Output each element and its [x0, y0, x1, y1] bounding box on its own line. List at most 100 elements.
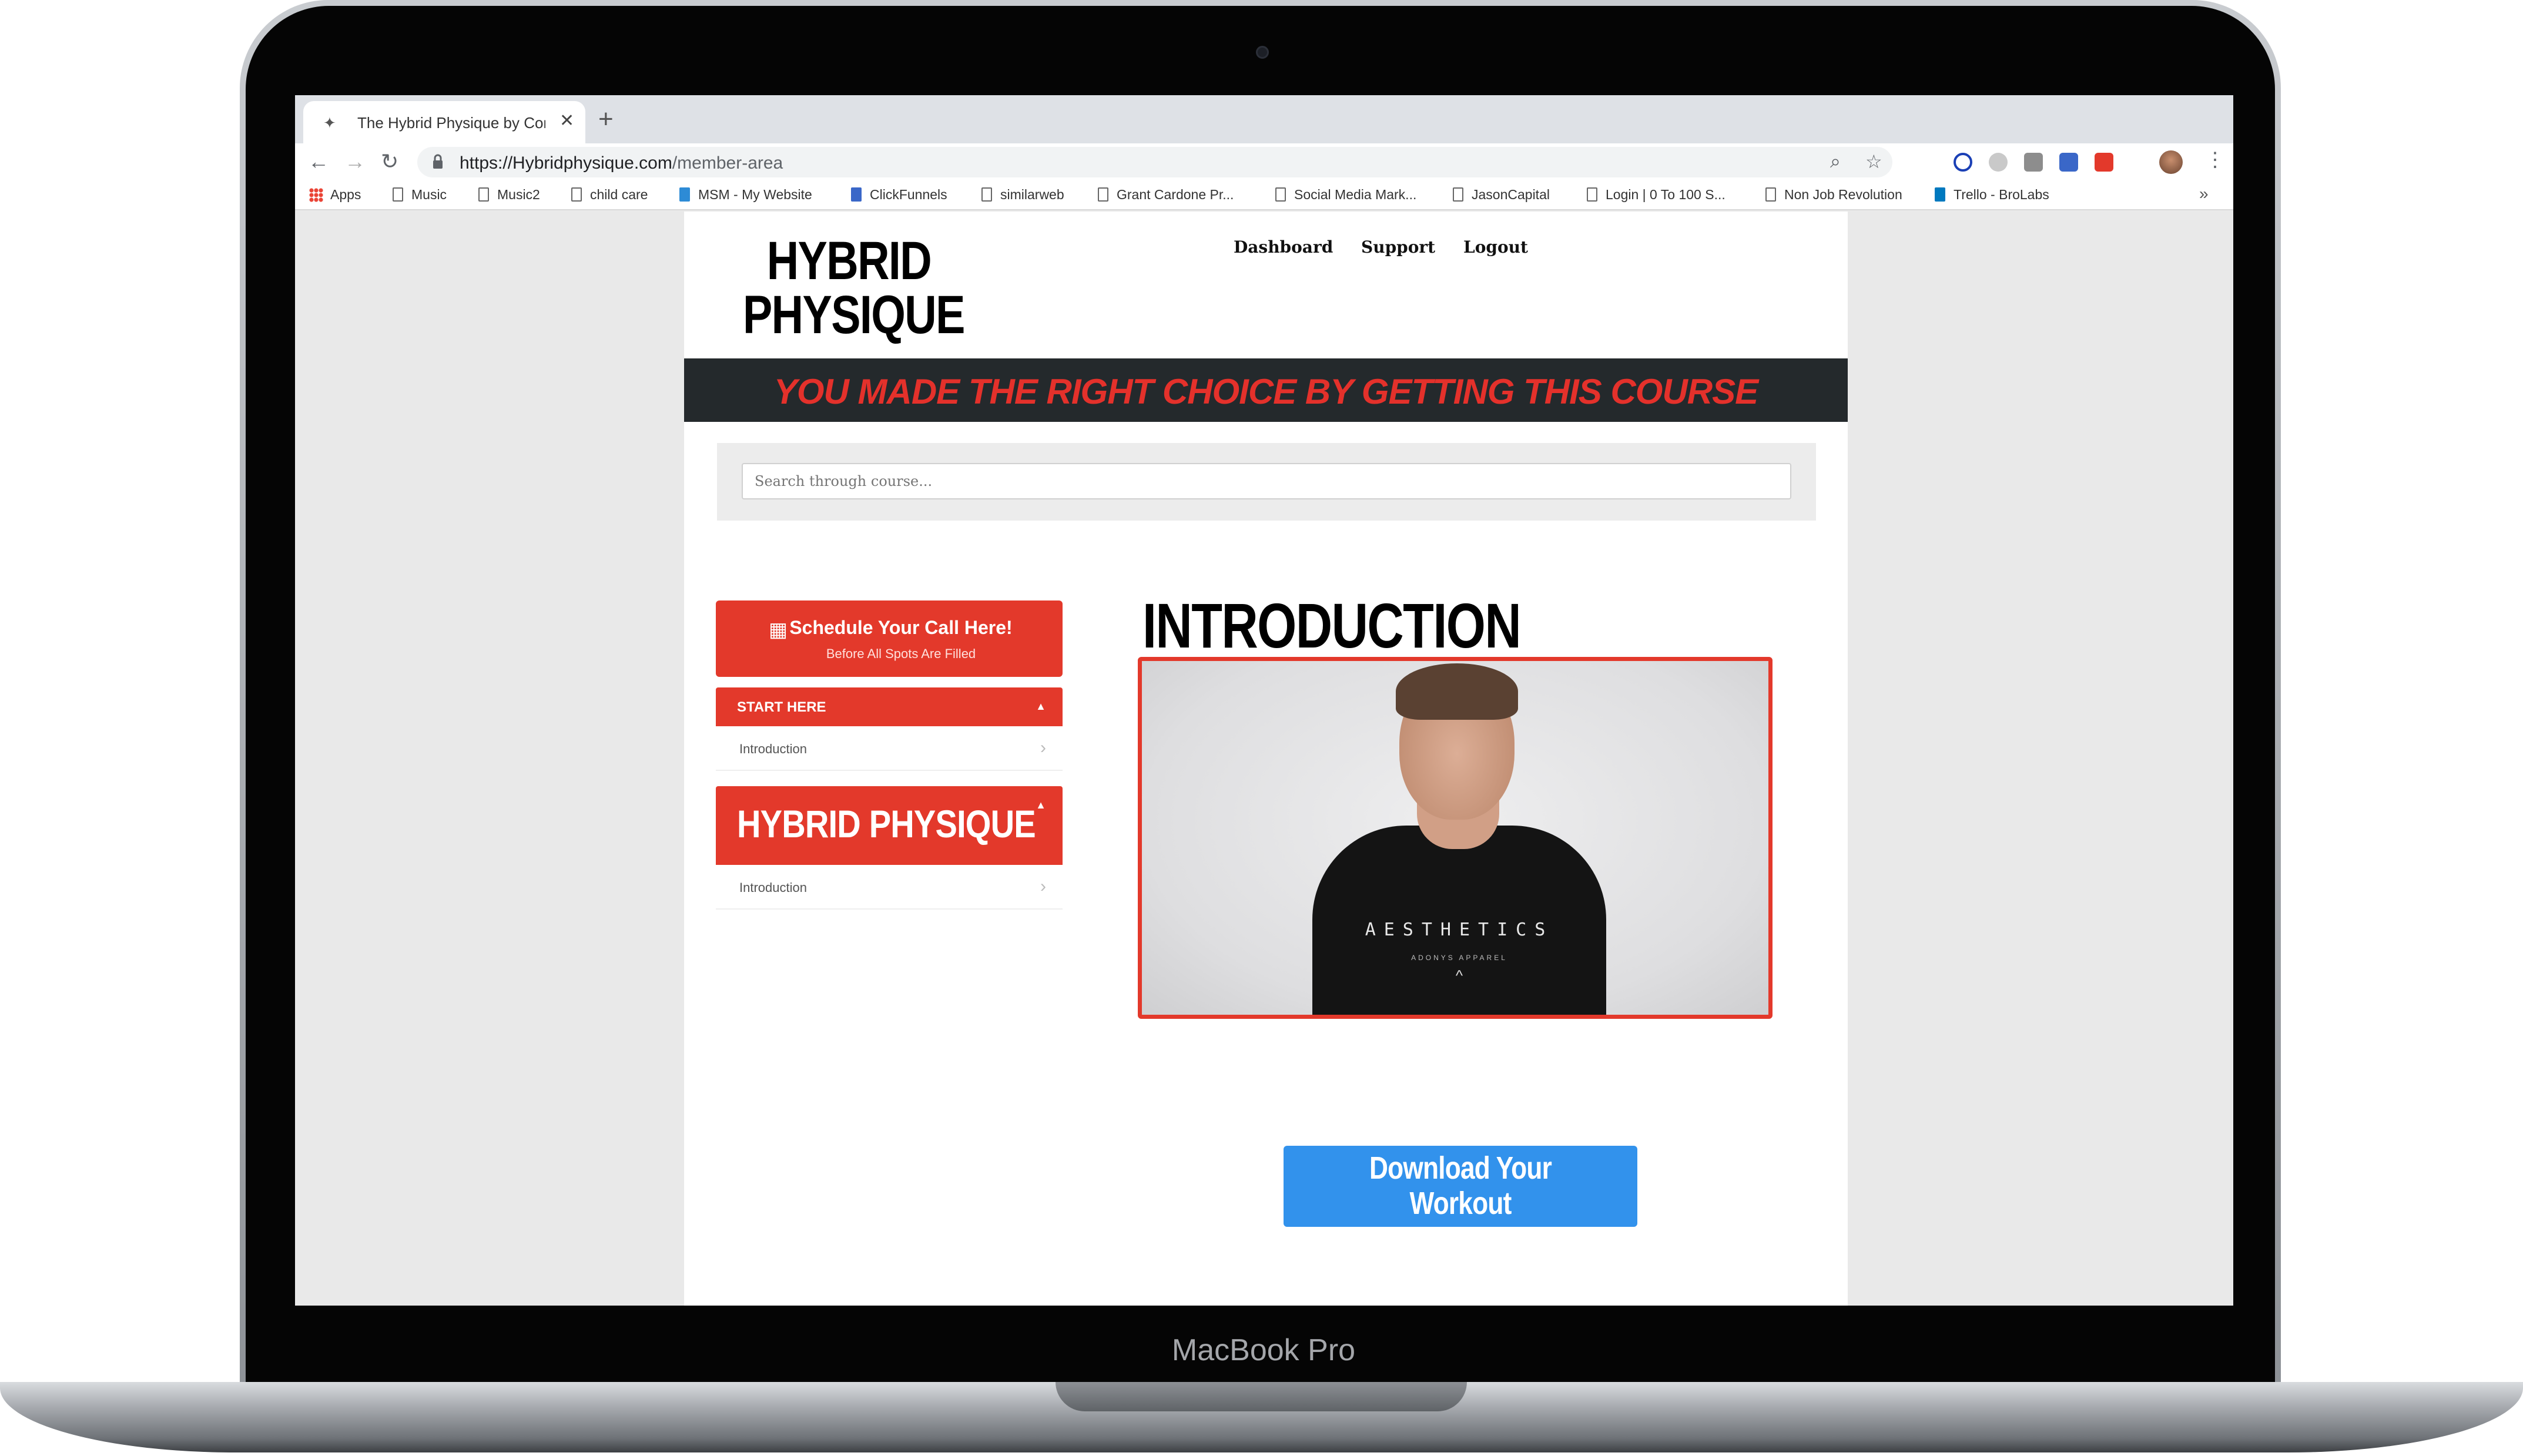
download-line-2: Program Here: [1377, 1221, 1544, 1256]
code-extension-icon[interactable]: [2024, 153, 2043, 172]
bookmark-label: JasonCapital: [1472, 187, 1550, 202]
profile-avatar[interactable]: [2159, 150, 2183, 174]
page-icon: [1453, 187, 1463, 202]
lock-icon: [433, 154, 443, 169]
trello-icon: [1935, 187, 1945, 202]
lesson-item[interactable]: Introduction ›: [716, 727, 1063, 771]
section-title: HYBRID PHYSIQUE: [737, 802, 1036, 846]
logo-line-2: PHYSIQUE: [743, 285, 965, 345]
url-text: https://Hybridphysique.com/member-area: [460, 153, 783, 173]
nav-dashboard[interactable]: Dashboard: [1234, 237, 1333, 257]
camera-icon: [1256, 46, 1269, 59]
clickfunnels-icon: [851, 187, 862, 202]
page-icon: [478, 187, 489, 202]
forward-icon[interactable]: →: [344, 149, 366, 174]
bookmark-music[interactable]: Music: [393, 187, 447, 203]
caret-up-icon: ▲: [1036, 799, 1046, 811]
browser-toolbar: ← → ↻ https://Hybridphysique.com/member-…: [295, 143, 2233, 181]
lesson-heading: INTRODUCTION: [1142, 590, 1522, 661]
apps-grid-icon: [309, 188, 323, 202]
block-extension-icon[interactable]: [1954, 153, 1972, 172]
bookmark-label: MSM - My Website: [698, 187, 812, 202]
member-area-page: HYBRID PHYSIQUE Dashboard Support Logout…: [684, 212, 1848, 1306]
dots-extension-icon[interactable]: [2095, 153, 2113, 172]
zoom-icon[interactable]: ⌕: [1830, 150, 1841, 173]
chevron-right-icon: ›: [1040, 738, 1046, 757]
shirt-subprint: ADONYS APPAREL: [1411, 954, 1507, 962]
lesson-title: Introduction: [739, 742, 807, 756]
bookmark-label: Music: [411, 187, 447, 202]
back-icon[interactable]: ←: [308, 149, 329, 174]
bookmark-apps[interactable]: Apps: [309, 187, 361, 203]
bookmark-label: similarweb: [1000, 187, 1064, 202]
bookmark-label: Login | 0 To 100 S...: [1606, 187, 1725, 202]
url-path: /member-area: [672, 153, 783, 173]
site-logo[interactable]: HYBRID PHYSIQUE: [743, 231, 965, 351]
page-icon: [1765, 187, 1776, 202]
tab-bar: ✦ The Hybrid Physique by Conn ✕ +: [295, 95, 2233, 143]
nav-logout[interactable]: Logout: [1463, 237, 1528, 257]
intro-video-player[interactable]: AESTHETICS ADONYS APPAREL ^: [1138, 657, 1773, 1019]
bookmark-non-job[interactable]: Non Job Revolution: [1765, 187, 1902, 203]
bookmark-star-icon[interactable]: ☆: [1865, 150, 1882, 173]
bookmark-label: Social Media Mark...: [1294, 187, 1417, 202]
screen: ✦ The Hybrid Physique by Conn ✕ + ← → ↻ …: [295, 95, 2233, 1306]
caret-up-icon: ▲: [1036, 700, 1046, 712]
site-favicon-icon: ✦: [323, 114, 336, 132]
chevron-right-icon: ›: [1040, 877, 1046, 896]
video-person-hair: [1396, 663, 1518, 720]
close-tab-icon[interactable]: ✕: [559, 110, 574, 131]
course-search-input[interactable]: [742, 463, 1791, 499]
page-icon: [1098, 187, 1108, 202]
address-bar[interactable]: https://Hybridphysique.com/member-area ⌕…: [417, 147, 1892, 177]
reload-icon[interactable]: ↻: [381, 149, 398, 174]
browser-menu-icon[interactable]: ⋮: [2205, 148, 2225, 172]
nav-support[interactable]: Support: [1361, 237, 1435, 257]
page-icon: [1587, 187, 1597, 202]
tab-title: The Hybrid Physique by Conn: [357, 114, 545, 132]
cta-subtitle: Before All Spots Are Filled: [826, 646, 976, 661]
bookmark-similarweb[interactable]: similarweb: [981, 187, 1064, 203]
bookmarks-overflow-icon[interactable]: »: [2199, 184, 2209, 203]
lesson-item[interactable]: Introduction ›: [716, 866, 1063, 910]
download-workout-button[interactable]: Download Your Workout Program Here: [1284, 1146, 1637, 1256]
course-banner: YOU MADE THE RIGHT CHOICE BY GETTING THI…: [684, 358, 1848, 422]
browser-tab[interactable]: ✦ The Hybrid Physique by Conn ✕: [303, 101, 585, 143]
search-panel: [717, 443, 1816, 521]
shirt-print: AESTHETICS: [1365, 920, 1554, 940]
bookmark-label: ClickFunnels: [870, 187, 947, 202]
download-line-1: Download Your Workout: [1369, 1150, 1552, 1221]
banner-text: YOU MADE THE RIGHT CHOICE BY GETTING THI…: [773, 372, 1758, 411]
page-icon: [393, 187, 403, 202]
bookmark-label: Trello - BroLabs: [1954, 187, 2049, 202]
bookmark-label: child care: [590, 187, 648, 202]
logo-line-1: HYBRID: [766, 231, 932, 291]
section-title: START HERE: [737, 699, 826, 715]
bookmark-social-media[interactable]: Social Media Mark...: [1275, 187, 1416, 203]
bookmark-msm[interactable]: MSM - My Website: [679, 187, 812, 203]
bookmark-clickfunnels[interactable]: ClickFunnels: [851, 187, 947, 203]
bookmark-child-care[interactable]: child care: [571, 187, 648, 203]
bookmark-login[interactable]: Login | 0 To 100 S...: [1587, 187, 1725, 203]
extension-b-icon[interactable]: [1989, 153, 2008, 172]
page-icon: [981, 187, 992, 202]
bookmarks-bar: Apps Music Music2 child care MSM - My We…: [295, 181, 2233, 210]
cta-title: Schedule Your Call Here!: [789, 617, 1013, 638]
section-start-here[interactable]: START HERE ▲: [716, 687, 1063, 726]
calendar-extension-icon[interactable]: [2059, 153, 2078, 172]
lesson-title: Introduction: [739, 880, 807, 895]
device-model-label: MacBook Pro: [1171, 1333, 1356, 1367]
bookmark-label: Grant Cardone Pr...: [1117, 187, 1234, 202]
bookmark-music2[interactable]: Music2: [478, 187, 540, 203]
bookmark-grant-cardone[interactable]: Grant Cardone Pr...: [1098, 187, 1234, 203]
schedule-call-button[interactable]: ▦ Schedule Your Call Here! Before All Sp…: [716, 600, 1063, 677]
page-icon: [571, 187, 582, 202]
section-hybrid-physique[interactable]: HYBRID PHYSIQUE ▲: [716, 786, 1063, 865]
bookmark-jasoncapital[interactable]: JasonCapital: [1453, 187, 1550, 203]
page-icon: [1275, 187, 1286, 202]
laptop-notch: [1056, 1382, 1467, 1411]
msm-icon: [679, 187, 690, 202]
bookmark-label: Apps: [330, 187, 361, 202]
bookmark-trello[interactable]: Trello - BroLabs: [1935, 187, 2049, 203]
new-tab-icon[interactable]: +: [598, 105, 614, 134]
